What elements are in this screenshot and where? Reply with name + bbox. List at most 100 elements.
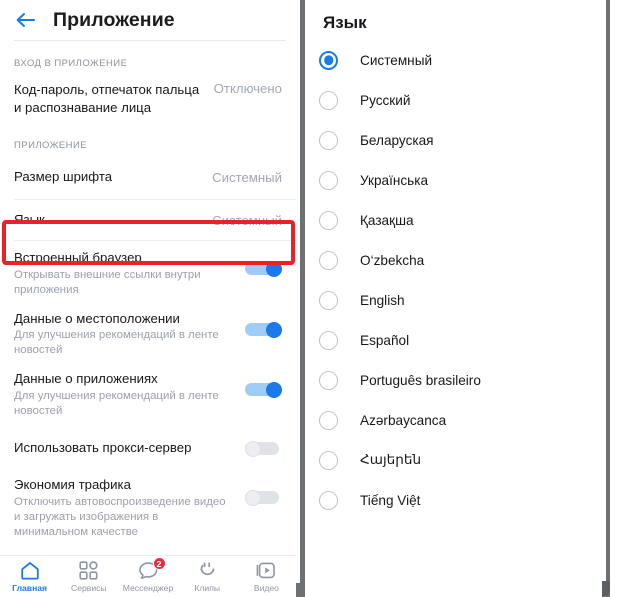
- toggle-thumb: [245, 490, 261, 506]
- language-option-hayeren[interactable]: Հայերեն: [305, 440, 620, 480]
- bottom-navigation-bar: Главная Сервисы 2 Мессенджер Клипы Видео: [0, 555, 296, 597]
- language-option-label: English: [360, 292, 405, 308]
- nav-item-clips[interactable]: Клипы: [178, 556, 237, 597]
- language-option-label: Tiếng Việt: [360, 492, 421, 508]
- row-value: Отключено: [213, 81, 282, 96]
- video-play-icon: [256, 560, 276, 581]
- radio-icon[interactable]: [319, 370, 338, 390]
- language-option-label: Português brasileiro: [360, 372, 481, 388]
- row-builtin-browser[interactable]: Встроенный браузер Открывать внешние ссы…: [0, 241, 296, 298]
- row-title: Язык: [14, 212, 45, 228]
- language-option-label: Қазақша: [360, 212, 414, 228]
- back-arrow-icon[interactable]: [13, 7, 39, 33]
- row-apps-data[interactable]: Данные о приложениях Для улучшения реком…: [0, 358, 296, 419]
- app-header: Приложение: [0, 0, 296, 40]
- row-text: Размер шрифта: [14, 168, 204, 186]
- nav-label: Видео: [253, 583, 279, 593]
- row-text: Данные о местоположении Для улучшения ре…: [14, 310, 235, 359]
- toggle-apps-data[interactable]: [245, 382, 282, 398]
- language-option-russkiy[interactable]: Русский: [305, 80, 620, 120]
- language-option-label: Системный: [360, 52, 433, 68]
- radio-icon[interactable]: [319, 130, 338, 150]
- row-passcode[interactable]: Код-пароль, отпечаток пальца и распознав…: [0, 79, 296, 116]
- toggle-builtin-browser[interactable]: [245, 261, 282, 277]
- language-option-portugues-brasileiro[interactable]: Português brasileiro: [305, 360, 620, 400]
- row-title: Данные о приложениях: [14, 371, 158, 386]
- toggle-thumb: [266, 321, 282, 338]
- row-subtitle: Для улучшения рекомендаций в ленте новос…: [14, 389, 219, 417]
- toggle-thumb: [266, 382, 282, 398]
- language-option-label: Українська: [360, 172, 429, 188]
- language-option-qazaqsha[interactable]: Қазақша: [305, 200, 620, 240]
- nav-item-video[interactable]: Видео: [237, 556, 296, 597]
- row-text: Встроенный браузер Открывать внешние ссы…: [14, 249, 235, 298]
- page-title: Приложение: [53, 8, 175, 31]
- row-title: Код-пароль, отпечаток пальца и распознав…: [14, 82, 200, 115]
- language-option-ozbekcha[interactable]: O‘zbekcha: [305, 240, 620, 280]
- row-text: Использовать прокси-сервер: [14, 439, 235, 457]
- nav-label: Мессенджер: [122, 583, 174, 593]
- row-value: Системный: [212, 169, 282, 185]
- nav-label: Главная: [12, 583, 48, 593]
- row-subtitle: Для улучшения рекомендаций в ленте новос…: [14, 329, 219, 356]
- panel-separator: [300, 0, 305, 597]
- language-option-tieng-viet[interactable]: Tiếng Việt: [305, 480, 620, 520]
- language-option-label: O‘zbekcha: [360, 252, 425, 268]
- language-dialog: Язык Системный Русский Беларуская Україн…: [305, 0, 620, 597]
- language-option-label: Español: [360, 332, 410, 348]
- language-options-list: Системный Русский Беларуская Українська …: [305, 33, 620, 520]
- section-label-login: ВХОД В ПРИЛОЖЕНИЕ: [14, 58, 128, 69]
- nav-label: Клипы: [194, 583, 221, 593]
- row-title: Размер шрифта: [14, 169, 113, 185]
- language-option-azerbaycanca[interactable]: Azərbaycanca: [305, 400, 620, 440]
- radio-icon[interactable]: [319, 290, 338, 310]
- radio-icon[interactable]: [319, 490, 338, 510]
- radio-icon[interactable]: [319, 170, 338, 190]
- clips-smiley-icon: [198, 560, 217, 581]
- toggle-thumb: [245, 440, 261, 457]
- badge-messenger-count: 2: [152, 557, 166, 570]
- radio-icon[interactable]: [319, 210, 338, 230]
- row-value: Системный: [212, 212, 282, 228]
- language-option-label: Azərbaycanca: [360, 412, 447, 428]
- row-text: Экономия трафика Отключить автовоспроизв…: [14, 476, 235, 540]
- section-label-application: ПРИЛОЖЕНИЕ: [14, 140, 88, 151]
- row-subtitle: Отключить автовоспроизведение видео и за…: [14, 495, 226, 538]
- nav-item-home[interactable]: Главная: [0, 556, 59, 597]
- language-option-ukrainska[interactable]: Українська: [305, 160, 620, 200]
- nav-item-messenger[interactable]: 2 Мессенджер: [118, 556, 177, 597]
- radio-icon[interactable]: [319, 90, 338, 110]
- language-option-label: Հայերեն: [360, 452, 422, 467]
- nav-label: Сервисы: [71, 583, 107, 593]
- dialog-actions: ОТМЕНА: [305, 553, 620, 597]
- row-font-size[interactable]: Размер шрифта Системный: [0, 161, 296, 193]
- nav-item-services[interactable]: Сервисы: [59, 556, 118, 597]
- language-option-label: Русский: [360, 92, 411, 108]
- language-option-english[interactable]: English: [305, 280, 620, 320]
- radio-icon[interactable]: [319, 250, 338, 270]
- toggle-location-data[interactable]: [245, 321, 282, 338]
- app-settings-panel: Приложение ВХОД В ПРИЛОЖЕНИЕ Код-пароль,…: [0, 0, 296, 597]
- row-title: Использовать прокси-сервер: [14, 439, 192, 455]
- radio-icon[interactable]: [319, 450, 338, 470]
- toggle-thumb: [266, 261, 282, 277]
- row-title: Данные о местоположении: [14, 310, 180, 326]
- radio-icon[interactable]: [319, 330, 338, 350]
- chat-bubble-icon: 2: [138, 557, 166, 581]
- row-language[interactable]: Язык Системный: [0, 200, 296, 240]
- toggle-traffic-saving[interactable]: [245, 490, 282, 506]
- toggle-proxy-server[interactable]: [245, 440, 282, 457]
- language-option-espanol[interactable]: Español: [305, 320, 620, 360]
- language-option-belaruskaya[interactable]: Беларуская: [305, 120, 620, 160]
- radio-icon[interactable]: [319, 410, 338, 430]
- dialog-title: Язык: [323, 13, 367, 32]
- row-text: Данные о приложениях Для улучшения реком…: [14, 370, 235, 419]
- row-location-data[interactable]: Данные о местоположении Для улучшения ре…: [0, 298, 296, 359]
- grid-services-icon: [79, 560, 98, 581]
- row-title: Экономия трафика: [14, 477, 131, 492]
- radio-icon[interactable]: [319, 50, 338, 70]
- row-title: Встроенный браузер: [14, 250, 142, 265]
- row-traffic-saving[interactable]: Экономия трафика Отключить автовоспроизв…: [0, 456, 296, 540]
- row-proxy-server[interactable]: Использовать прокси-сервер: [0, 419, 296, 457]
- language-option-systemnyy[interactable]: Системный: [305, 40, 620, 80]
